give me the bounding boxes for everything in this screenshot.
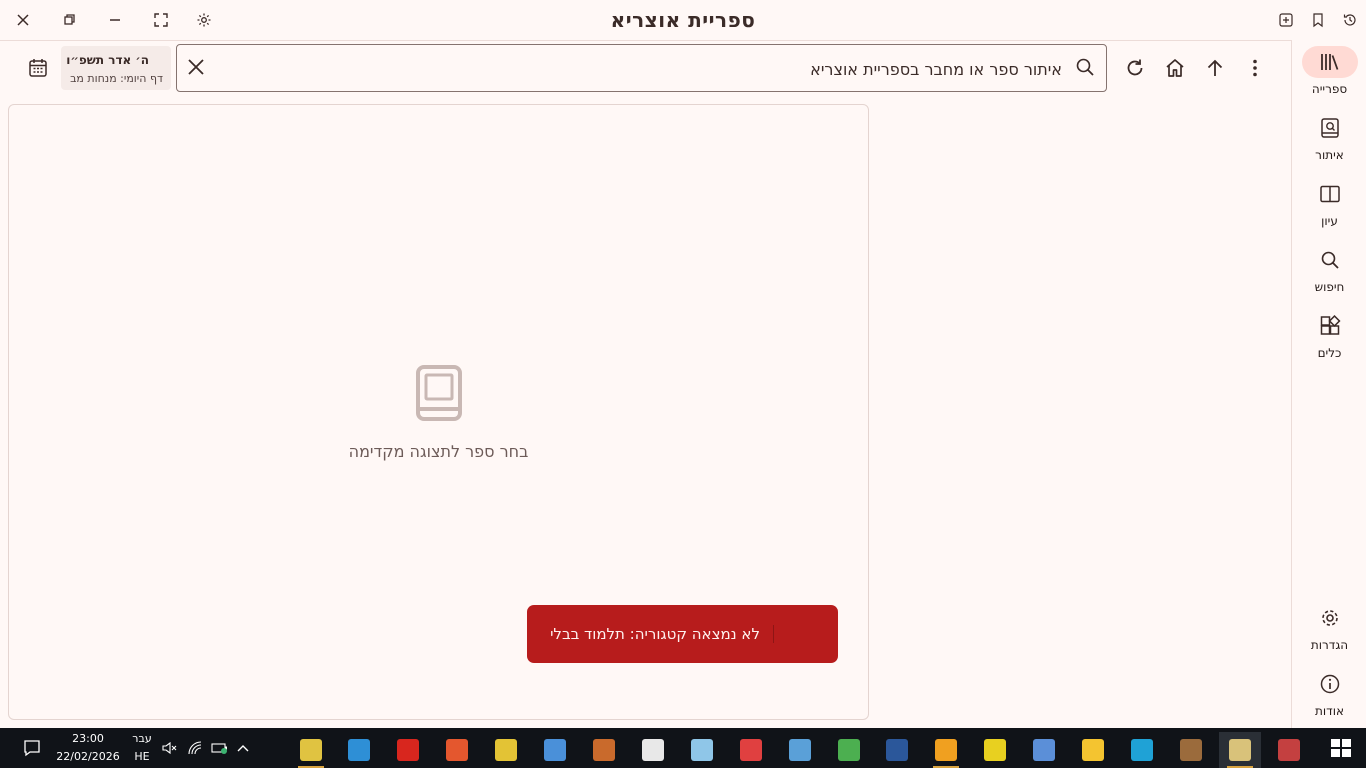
title-bar: ספריית אוצריא <box>0 0 1366 41</box>
snackbar-message: לא נמצאה קטגוריה: תלמוד בבלי <box>550 625 760 643</box>
word-icon <box>886 739 908 761</box>
battery-icon[interactable] <box>211 740 229 756</box>
add-tab-icon[interactable] <box>1274 8 1298 32</box>
error-snackbar: לא נמצאה קטגוריה: תלמוד בבלי <box>527 605 838 663</box>
info-icon <box>1302 668 1358 700</box>
library-icon <box>1301 46 1358 78</box>
taskbar-app-edge[interactable] <box>1121 732 1163 768</box>
search-box <box>176 44 1107 92</box>
taskbar-app-audio-app[interactable] <box>534 732 576 768</box>
security-app-icon <box>642 739 664 761</box>
taskbar-app-file-explorer[interactable] <box>1072 732 1114 768</box>
nav-item-about[interactable]: אודות <box>1292 668 1366 728</box>
taskbar-app-search-app[interactable] <box>925 732 967 768</box>
library-app-icon <box>1180 739 1202 761</box>
nav-rail: ספרייה איתור עיון חיפוש כלים הגדרות אודו… <box>1291 40 1366 728</box>
nav-item-tools[interactable]: כלים <box>1292 310 1366 370</box>
nav-label: עיון <box>1321 214 1338 228</box>
taskbar-app-notes-app[interactable] <box>681 732 723 768</box>
date-card[interactable]: ה׳ אדר תשפ״ו דף היומי: מנחות מב <box>61 46 171 90</box>
clock-date[interactable]: 22/02/2026 <box>52 750 124 763</box>
open-book-icon <box>1302 178 1358 210</box>
taskbar-app-kitvei-app[interactable] <box>338 732 380 768</box>
calendar-icon[interactable] <box>21 51 55 85</box>
edge-icon <box>1131 739 1153 761</box>
find-book-icon <box>1302 112 1358 144</box>
kitvei-app-icon <box>348 739 370 761</box>
taskbar-app-font-app[interactable] <box>1023 732 1065 768</box>
nav-label: כלים <box>1317 346 1342 360</box>
nav-label: איתור <box>1315 148 1344 162</box>
pdf-app-icon <box>984 739 1006 761</box>
nav-label: ספרייה <box>1311 82 1348 96</box>
video-app-icon <box>740 739 762 761</box>
daf-yomi: דף היומי: מנחות מב <box>70 72 163 85</box>
windows-start-icon[interactable] <box>1330 738 1352 758</box>
taskbar-app-tools-app[interactable] <box>779 732 821 768</box>
refresh-icon[interactable] <box>1118 51 1152 85</box>
chrome-icon <box>838 739 860 761</box>
taskbar: 23:00 22/02/2026 עבר HE <box>0 728 1366 768</box>
more-menu-icon[interactable] <box>1238 51 1272 85</box>
audio-app-icon <box>544 739 566 761</box>
search-input[interactable] <box>223 57 1064 81</box>
volume-muted-icon[interactable] <box>161 740 177 756</box>
clock-time[interactable]: 23:00 <box>52 732 124 745</box>
arrow-up-icon[interactable] <box>1198 51 1232 85</box>
taskbar-app-books-app[interactable] <box>583 732 625 768</box>
reader-app-icon <box>1278 739 1300 761</box>
empty-preview-text: בחר ספר לתצוגה מקדימה <box>348 442 529 461</box>
hebrew-date: ה׳ אדר תשפ״ו <box>66 53 149 67</box>
taskbar-app-pdf-reader[interactable] <box>387 732 429 768</box>
taskbar-app-library-app[interactable] <box>1170 732 1212 768</box>
firefox-icon <box>446 739 468 761</box>
notification-icon[interactable] <box>22 738 42 758</box>
font-app-icon <box>1033 739 1055 761</box>
torah-app-icon <box>300 739 322 761</box>
tools-app-icon <box>789 739 811 761</box>
nav-label: אודות <box>1315 704 1344 718</box>
bookmark-icon[interactable] <box>1306 8 1330 32</box>
clear-search-icon[interactable] <box>179 50 213 84</box>
taskbar-app-pdf-app[interactable] <box>974 732 1016 768</box>
nav-item-settings[interactable]: הגדרות <box>1292 602 1366 662</box>
home-icon[interactable] <box>1158 51 1192 85</box>
gear-icon <box>1302 602 1358 634</box>
tools-icon <box>1302 310 1358 342</box>
search-app-icon <box>935 739 957 761</box>
chevron-up-icon[interactable] <box>235 740 251 756</box>
language-name[interactable]: עבר <box>128 732 156 745</box>
taskbar-app-torah-app[interactable] <box>290 732 332 768</box>
language-code[interactable]: HE <box>128 750 156 763</box>
pdf-reader-icon <box>397 739 419 761</box>
nav-item-study[interactable]: עיון <box>1292 178 1366 238</box>
app-title: ספריית אוצריא <box>610 8 756 32</box>
history-icon[interactable] <box>1338 8 1362 32</box>
taskbar-app-security-app[interactable] <box>632 732 674 768</box>
file-explorer-icon <box>1082 739 1104 761</box>
nav-item-search[interactable]: חיפוש <box>1292 244 1366 304</box>
taskbar-app-word[interactable] <box>876 732 918 768</box>
book-icon <box>416 364 462 422</box>
taskbar-app-video-app[interactable] <box>730 732 772 768</box>
nav-label: הגדרות <box>1310 638 1349 652</box>
taskbar-app-otzaria[interactable] <box>1219 732 1261 768</box>
nav-label: חיפוש <box>1314 280 1345 294</box>
search-icon <box>1302 244 1358 276</box>
notes-app-icon <box>691 739 713 761</box>
snackbar-divider <box>773 625 774 643</box>
search-icon[interactable] <box>1068 50 1102 84</box>
books-app-icon <box>593 739 615 761</box>
taskbar-app-reader-app[interactable] <box>1268 732 1310 768</box>
taskbar-app-chrome[interactable] <box>828 732 870 768</box>
taskbar-app-firefox[interactable] <box>436 732 478 768</box>
otzaria-icon <box>1229 739 1251 761</box>
nav-item-library[interactable]: ספרייה <box>1292 46 1366 106</box>
taskbar-app-people-app[interactable] <box>485 732 527 768</box>
people-app-icon <box>495 739 517 761</box>
nav-item-find[interactable]: איתור <box>1292 112 1366 172</box>
wifi-icon[interactable] <box>187 740 203 756</box>
